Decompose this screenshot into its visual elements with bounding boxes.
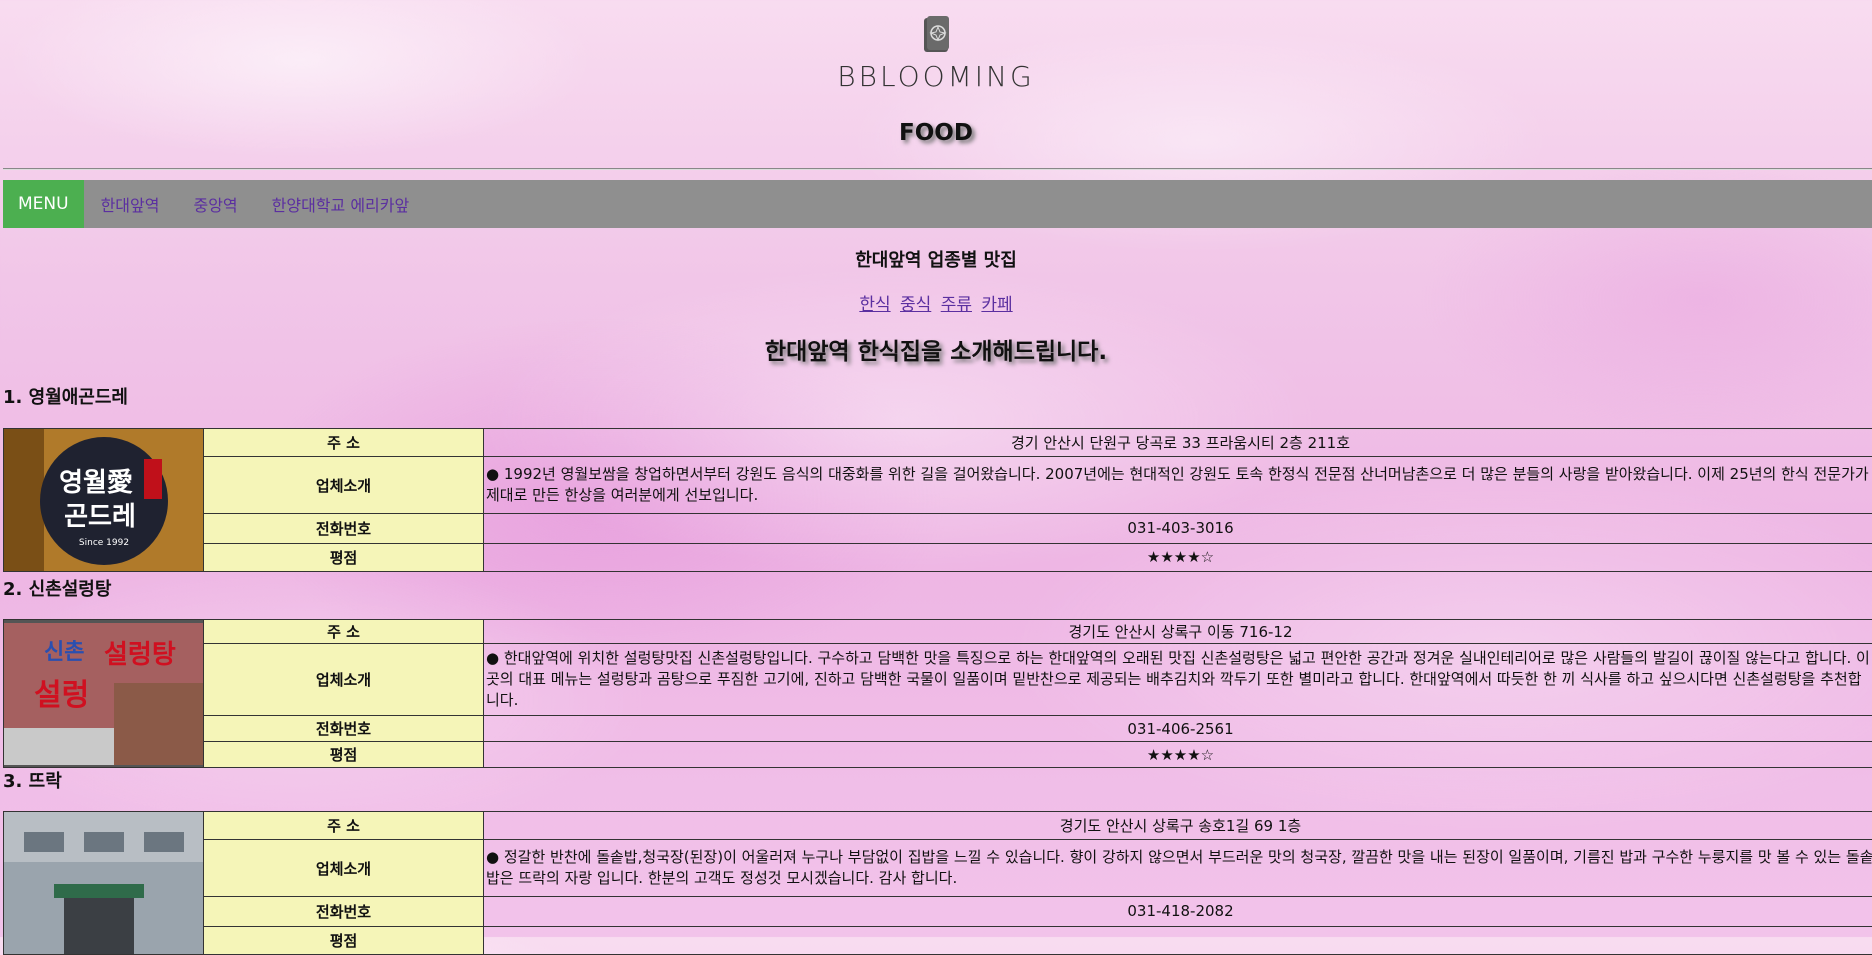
divider (3, 168, 1872, 170)
address-label: 주 소 (204, 812, 484, 840)
intro-label: 업체소개 (204, 840, 484, 897)
category-bar-link[interactable]: 주류 (941, 295, 972, 315)
top-nav: MENU 한대앞역 중앙역 한양대학교 에리카앞 (3, 180, 1872, 228)
restaurant-photo (4, 812, 204, 955)
phone-label: 전화번호 (204, 716, 484, 742)
svg-text:신촌: 신촌 (44, 640, 84, 665)
phone-value: 031-418-2082 (484, 897, 1872, 926)
nav-item-hanyang-erica[interactable]: 한양대학교 에리카앞 (272, 192, 410, 216)
category-chinese-link[interactable]: 중식 (900, 295, 931, 315)
restaurant-title: 2. 신촌설렁탕 (3, 575, 111, 601)
page-title: FOOD (0, 120, 1872, 146)
rating-label: 평점 (204, 742, 484, 768)
intro-value: ● 정갈한 반찬에 돌솥밥,청국장(된장)이 어울러져 누구나 부담없이 집밥을… (484, 840, 1872, 897)
category-links: 한식 중식 주류 카페 (0, 290, 1872, 315)
phone-label: 전화번호 (204, 514, 484, 543)
svg-text:Since 1992: Since 1992 (79, 538, 129, 548)
section-subtitle: 한대앞역 업종별 맛집 (0, 246, 1872, 272)
restaurant-building-image (4, 812, 203, 954)
intro-label: 업체소개 (204, 457, 484, 514)
logo-text: BBLOOMING (0, 60, 1872, 93)
nav-item-handaeap[interactable]: 한대앞역 (101, 192, 160, 216)
restaurant-table: 영월愛 곤드레 Since 1992 주 소 경기 안산시 단원구 당곡로 33… (3, 428, 1872, 572)
rating-label: 평점 (204, 926, 484, 954)
svg-text:설렁탕: 설렁탕 (104, 640, 176, 670)
site-logo[interactable]: BBLOOMING (0, 14, 1872, 93)
phone-label: 전화번호 (204, 897, 484, 926)
book-logo-icon (921, 14, 951, 54)
phone-value: 031-403-3016 (484, 514, 1872, 543)
menu-button[interactable]: MENU (3, 180, 84, 228)
svg-text:곤드레: 곤드레 (64, 502, 136, 532)
rating-value: ★★★★☆ (484, 742, 1872, 768)
category-korean-link[interactable]: 한식 (859, 295, 890, 315)
restaurant-logo-image: 영월愛 곤드레 Since 1992 (4, 429, 203, 571)
svg-text:설렁: 설렁 (34, 678, 89, 713)
restaurant-storefront-image: 신촌 설렁탕 설렁 (4, 623, 203, 765)
rating-value: ★★★★☆ (484, 543, 1872, 571)
restaurant-photo: 영월愛 곤드레 Since 1992 (4, 429, 204, 572)
address-label: 주 소 (204, 429, 484, 457)
address-value: 경기도 안산시 상록구 이동 716-12 (484, 620, 1872, 644)
category-cafe-link[interactable]: 카페 (981, 295, 1012, 315)
restaurant-title: 1. 영월애곤드레 (3, 383, 128, 409)
restaurant-title: 3. 뜨락 (3, 767, 62, 793)
intro-label: 업체소개 (204, 644, 484, 716)
address-value: 경기 안산시 단원구 당곡로 33 프라움시티 2층 211호 (484, 429, 1872, 457)
phone-value: 031-406-2561 (484, 716, 1872, 742)
nav-item-jungang[interactable]: 중앙역 (193, 192, 237, 216)
svg-text:영월愛: 영월愛 (59, 468, 133, 498)
rating-label: 평점 (204, 543, 484, 571)
rating-value (484, 926, 1872, 954)
address-label: 주 소 (204, 620, 484, 644)
restaurant-photo: 신촌 설렁탕 설렁 (4, 620, 204, 768)
restaurant-table: 신촌 설렁탕 설렁 주 소 경기도 안산시 상록구 이동 716-12 업체소개… (3, 619, 1872, 768)
address-value: 경기도 안산시 상록구 송호1길 69 1층 (484, 812, 1872, 840)
section-intro: 한대앞역 한식집을 소개해드립니다. (0, 332, 1872, 366)
intro-value: ● 1992년 영월보쌈을 창업하면서부터 강원도 음식의 대중화를 위한 길을… (484, 457, 1872, 514)
restaurant-table: 주 소 경기도 안산시 상록구 송호1길 69 1층 업체소개 ● 정갈한 반찬… (3, 811, 1872, 955)
intro-value: ● 한대앞역에 위치한 설렁탕맛집 신촌설렁탕입니다. 구수하고 담백한 맛을 … (484, 644, 1872, 716)
